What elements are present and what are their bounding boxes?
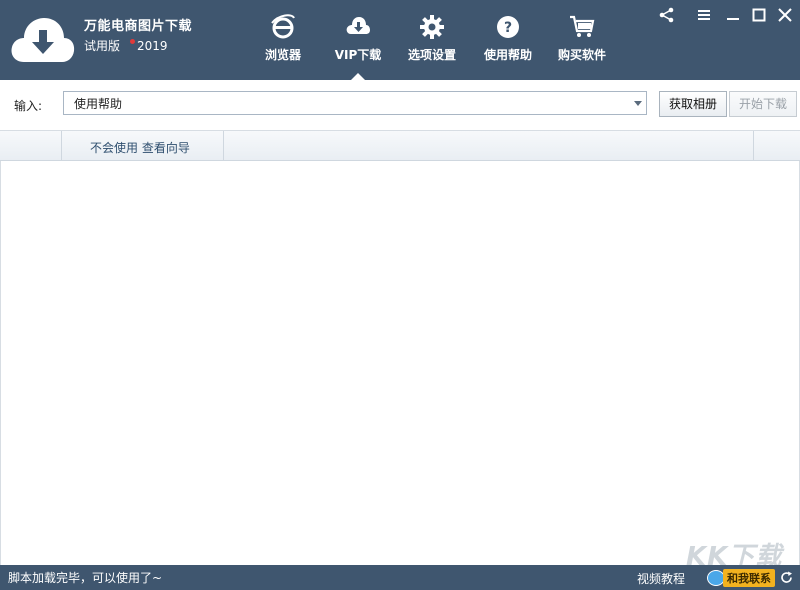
menu-icon[interactable] bbox=[695, 6, 713, 24]
download-list bbox=[0, 161, 800, 565]
svg-text:?: ? bbox=[504, 20, 512, 36]
app-title: 万能电商图片下载 bbox=[84, 15, 192, 34]
list-header-col-3 bbox=[224, 131, 754, 160]
video-tutorial-link[interactable]: 视频教程 bbox=[637, 570, 685, 587]
active-indicator bbox=[351, 73, 365, 80]
nav-help-label: 使用帮助 bbox=[478, 46, 538, 63]
nav-buy-label: 购买软件 bbox=[552, 46, 612, 63]
badge-dot bbox=[130, 39, 135, 44]
ie-browser-icon bbox=[270, 14, 296, 40]
title-bar: 万能电商图片下载 试用版 2019 浏览器 VIP下载 bbox=[0, 0, 800, 80]
contact-label: 和我联系 bbox=[723, 569, 775, 587]
refresh-icon[interactable] bbox=[780, 571, 793, 584]
cloud-download-icon bbox=[345, 14, 371, 40]
question-icon: ? bbox=[495, 14, 521, 40]
nav-vip-download[interactable]: VIP下载 bbox=[328, 0, 388, 80]
cloud-download-logo bbox=[8, 12, 76, 66]
nav-buy[interactable]: 购买软件 bbox=[552, 0, 612, 80]
status-bar: 脚本加载完毕，可以使用了~ 视频教程 和我联系 bbox=[0, 565, 800, 590]
nav-options-label: 选项设置 bbox=[402, 46, 462, 63]
gear-icon bbox=[419, 14, 445, 40]
contact-button[interactable]: 和我联系 bbox=[707, 569, 775, 586]
nav-vip-download-label: VIP下载 bbox=[328, 46, 388, 63]
fetch-album-button[interactable]: 获取相册 bbox=[659, 91, 727, 117]
input-label: 输入: bbox=[14, 97, 42, 114]
nav-browser-label: 浏览器 bbox=[253, 46, 313, 63]
nav-options[interactable]: 选项设置 bbox=[402, 0, 462, 80]
status-message: 脚本加载完毕，可以使用了~ bbox=[8, 569, 162, 586]
close-icon[interactable] bbox=[776, 6, 794, 24]
url-input[interactable] bbox=[64, 92, 624, 114]
edition-year: 2019 bbox=[137, 39, 168, 53]
cart-icon bbox=[569, 14, 595, 40]
list-header-col-1 bbox=[0, 131, 62, 160]
input-combobox[interactable] bbox=[63, 91, 647, 115]
maximize-icon[interactable] bbox=[750, 6, 768, 24]
app-edition: 试用版 2019 bbox=[84, 37, 168, 54]
input-toolbar: 输入: 获取相册 开始下载 bbox=[0, 80, 800, 131]
minimize-icon[interactable] bbox=[724, 6, 742, 24]
share-icon[interactable] bbox=[658, 6, 676, 24]
nav-browser[interactable]: 浏览器 bbox=[253, 0, 313, 80]
start-download-button[interactable]: 开始下载 bbox=[729, 91, 797, 117]
chevron-down-icon[interactable] bbox=[634, 101, 642, 106]
list-header: 不会使用 查看向导 bbox=[0, 131, 800, 161]
guide-link[interactable]: 不会使用 查看向导 bbox=[90, 139, 190, 156]
edition-label: 试用版 bbox=[84, 37, 120, 54]
nav-help[interactable]: ? 使用帮助 bbox=[478, 0, 538, 80]
